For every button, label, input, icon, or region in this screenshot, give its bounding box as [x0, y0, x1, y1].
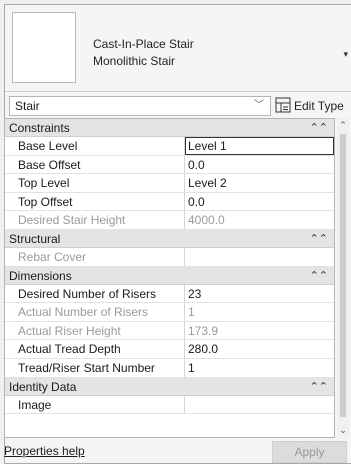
collapse-icon[interactable]: ⌃⌃	[310, 119, 328, 137]
group-title: Dimensions	[9, 268, 72, 283]
scrollbar-thumb[interactable]	[340, 134, 346, 417]
property-name: Rebar Cover	[5, 247, 185, 266]
type-preview-image	[12, 12, 76, 83]
scroll-down-icon[interactable]: ⌄	[337, 425, 349, 436]
property-name: Top Offset	[5, 192, 185, 211]
property-value[interactable]: Level 2	[185, 174, 334, 192]
group-title: Structural	[9, 231, 61, 246]
property-row-actual-riser-height: Actual Riser Height 173.9	[5, 321, 334, 341]
type-family-name: Cast-In-Place Stair	[93, 37, 194, 51]
property-row-desired-stair-height: Desired Stair Height 4000.0	[5, 211, 334, 230]
property-value[interactable]: 23	[185, 285, 334, 303]
group-title: Identity Data	[9, 379, 77, 394]
group-dimensions[interactable]: Dimensions ⌃⌃	[5, 266, 334, 285]
property-value[interactable]	[185, 396, 334, 414]
property-name: Actual Riser Height	[5, 321, 185, 340]
property-value: 1	[188, 305, 195, 320]
type-type-name: Monolithic Stair	[93, 54, 176, 68]
property-name: Top Level	[5, 174, 185, 192]
type-selector[interactable]: Cast-In-Place Stair Monolithic Stair ▾	[5, 5, 351, 92]
palette-footer: Properties help Apply	[0, 441, 347, 463]
property-value[interactable]: 280.0	[185, 340, 334, 358]
property-row-base-offset[interactable]: Base Offset 0.0	[5, 155, 334, 175]
property-row-desired-number-of-risers[interactable]: Desired Number of Risers 23	[5, 284, 334, 304]
property-value: 173.9	[188, 323, 219, 338]
type-name: Cast-In-Place Stair Monolithic Stair	[93, 36, 194, 70]
edit-type-icon	[275, 97, 291, 113]
vertical-scrollbar[interactable]: ⌃ ⌄	[337, 118, 349, 438]
instance-filter-dropdown[interactable]: Stair ﹀	[9, 96, 271, 116]
property-name: Desired Stair Height	[5, 211, 185, 229]
scroll-up-icon[interactable]: ⌃	[337, 120, 349, 131]
property-name: Desired Number of Risers	[5, 284, 185, 303]
property-name: Image	[5, 395, 185, 414]
group-constraints[interactable]: Constraints ⌃⌃	[5, 119, 334, 137]
property-name: Tread/Riser Start Number	[5, 358, 185, 377]
group-structural[interactable]: Structural ⌃⌃	[5, 229, 334, 248]
instance-filter-value: Stair	[15, 99, 40, 113]
chevron-down-icon: ﹀	[254, 100, 264, 111]
instance-filter-row: Stair ﹀ Edit Type	[5, 93, 351, 119]
property-value: 4000.0	[188, 213, 225, 228]
group-identity-data[interactable]: Identity Data ⌃⌃	[5, 377, 334, 396]
property-row-tread-riser-start-number[interactable]: Tread/Riser Start Number 1	[5, 358, 334, 378]
edit-type-label: Edit Type	[294, 99, 344, 113]
property-row-actual-tread-depth[interactable]: Actual Tread Depth 280.0	[5, 340, 334, 359]
property-row-rebar-cover: Rebar Cover	[5, 247, 334, 267]
property-value[interactable]: 0.0	[185, 156, 334, 174]
property-name: Base Level	[5, 137, 185, 155]
properties-help-link[interactable]: Properties help	[4, 444, 85, 458]
apply-button[interactable]: Apply	[272, 441, 347, 463]
collapse-icon[interactable]: ⌃⌃	[310, 230, 328, 248]
property-value	[185, 248, 334, 266]
properties-grid: Constraints ⌃⌃ Base Level Level 1 Base O…	[4, 118, 335, 438]
collapse-icon[interactable]: ⌃⌃	[310, 267, 328, 285]
property-name: Actual Number of Risers	[5, 303, 185, 321]
edit-type-button[interactable]: Edit Type	[275, 96, 344, 116]
property-name: Base Offset	[5, 155, 185, 174]
collapse-icon[interactable]: ⌃⌃	[310, 378, 328, 396]
property-row-base-level[interactable]: Base Level Level 1	[5, 137, 334, 156]
group-title: Constraints	[9, 121, 70, 135]
property-row-image[interactable]: Image	[5, 395, 334, 415]
property-row-top-level[interactable]: Top Level Level 2	[5, 174, 334, 193]
property-name: Actual Tread Depth	[5, 340, 185, 358]
property-value[interactable]: 1	[185, 359, 334, 377]
property-value[interactable]: 0.0	[185, 193, 334, 211]
property-row-actual-number-of-risers: Actual Number of Risers 1	[5, 303, 334, 322]
property-value[interactable]: Level 1	[185, 137, 334, 155]
property-row-top-offset[interactable]: Top Offset 0.0	[5, 192, 334, 212]
chevron-down-icon[interactable]: ▾	[343, 49, 348, 60]
